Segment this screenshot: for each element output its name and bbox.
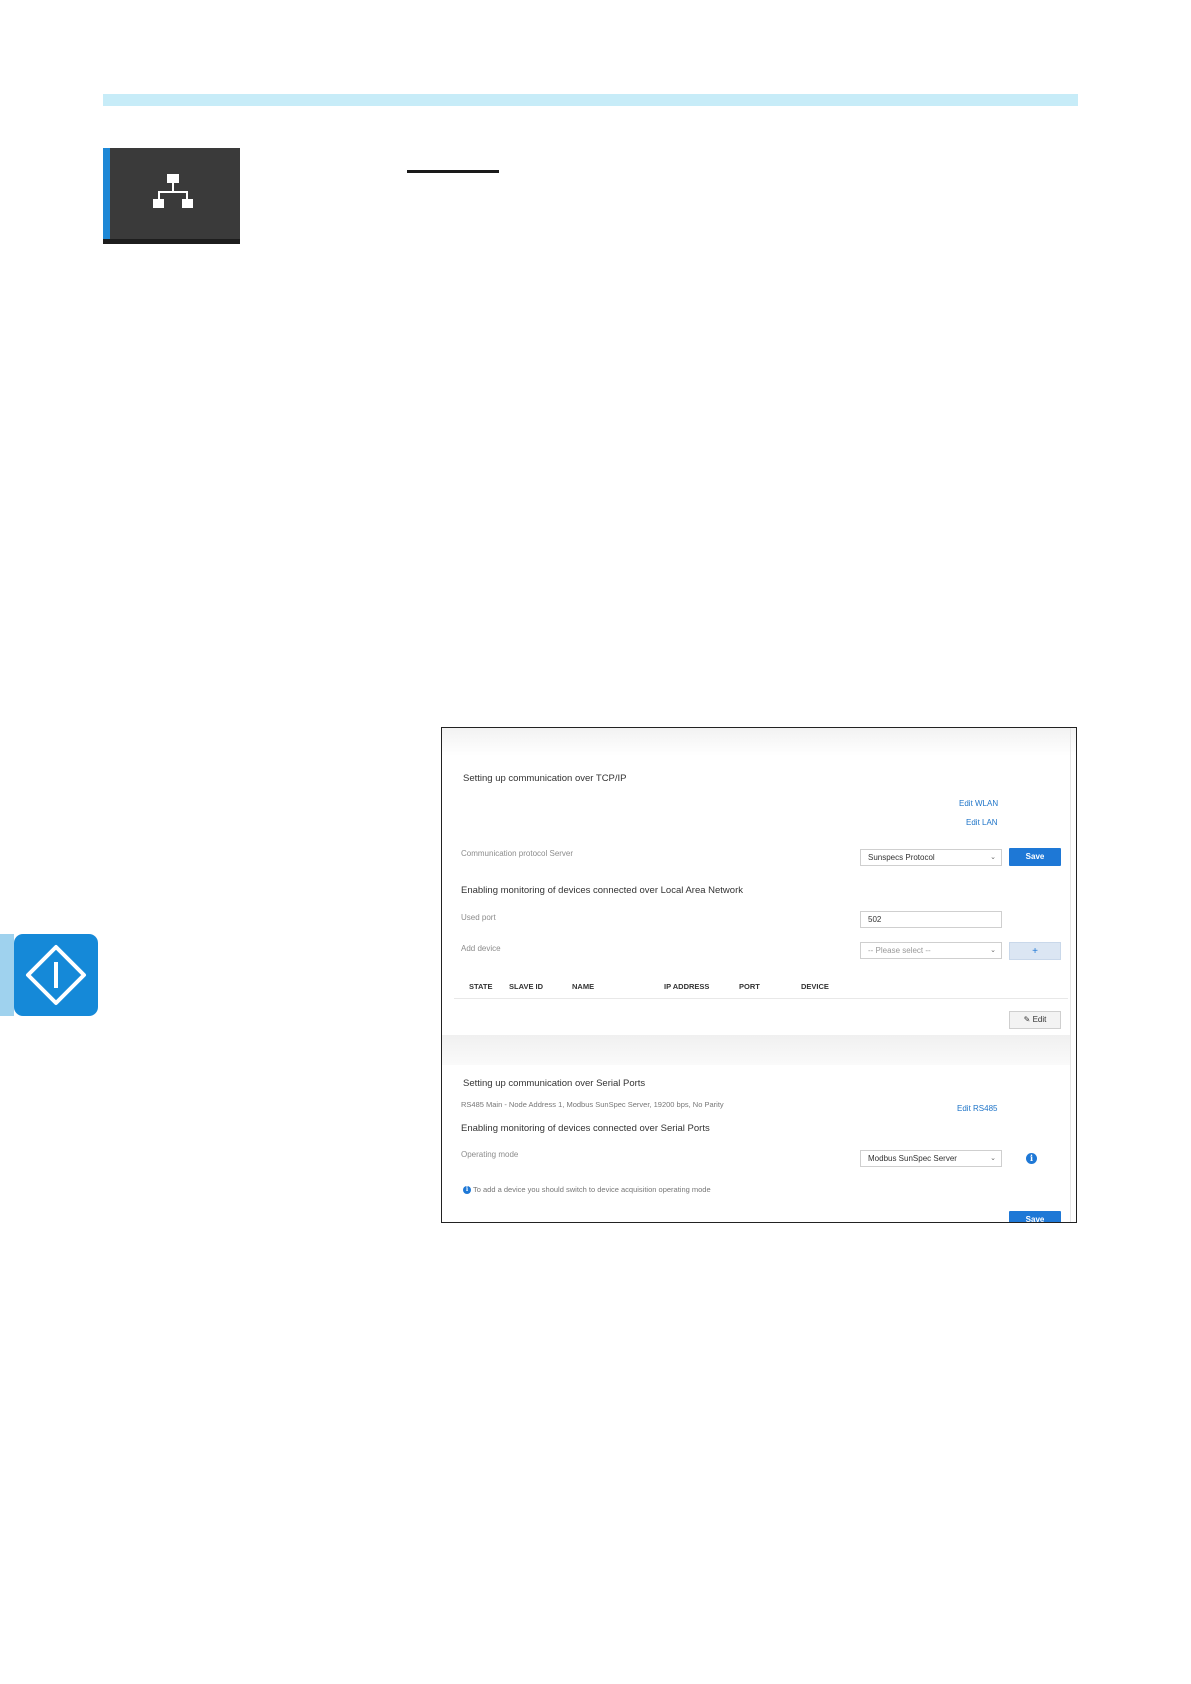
info-icon: i [463,1186,471,1194]
operating-mode-select[interactable]: Modbus SunSpec Server ⌄ [860,1150,1002,1167]
section-separator [442,1035,1070,1065]
protocol-label: Communication protocol Server [461,849,574,858]
table-header-state: STATE [469,982,493,991]
network-icon [153,174,193,208]
chevron-down-icon: ⌄ [990,947,996,954]
acquisition-mode-hint: To add a device you should switch to dev… [473,1185,711,1194]
add-device-select[interactable]: -- Please select -- ⌄ [860,942,1002,959]
heading-underline [407,170,499,173]
table-header-name: NAME [572,982,595,991]
serial-section-title: Setting up communication over Serial Por… [463,1078,646,1089]
table-header-ip-address: IP ADDRESS [664,982,710,991]
protocol-select-value: Sunspecs Protocol [868,853,935,862]
used-port-label: Used port [461,913,496,922]
tcp-section-title: Setting up communication over TCP/IP [463,773,627,784]
edit-button-label: Edit [1032,1015,1047,1024]
chevron-down-icon: ⌄ [990,854,996,861]
panel-right-border [1070,728,1071,1222]
pencil-icon: ✎ [1023,1015,1031,1024]
menu-tile-bottom-edge [103,239,240,244]
table-header-port: PORT [739,982,760,991]
save-serial-button[interactable]: Save [1009,1211,1061,1222]
edit-wlan-link[interactable]: Edit WLAN [959,799,998,808]
chevron-down-icon: ⌄ [990,1155,996,1162]
protocol-select[interactable]: Sunspecs Protocol ⌄ [860,849,1002,866]
menu-tile-accent [103,148,110,244]
used-port-input[interactable]: 502 [860,911,1002,928]
web-ui-screenshot: Setting up communication over TCP/IP Edi… [441,727,1077,1223]
used-port-value: 502 [868,915,882,924]
edit-rs485-link[interactable]: Edit RS485 [957,1104,997,1113]
table-header-device: DEVICE [801,982,829,991]
table-header-slave-id: SLAVE ID [509,982,544,991]
top-header-rule [103,94,1078,106]
side-margin-tab [0,934,14,1016]
serial-monitoring-title: Enabling monitoring of devices connected… [461,1123,710,1134]
save-button[interactable]: Save [1009,848,1061,866]
lan-monitoring-title: Enabling monitoring of devices connected… [461,885,743,896]
edit-button[interactable]: ✎ Edit [1009,1011,1061,1029]
serial-port-summary: RS485 Main - Node Address 1, Modbus SunS… [461,1100,724,1109]
important-note-badge [14,934,98,1016]
operating-mode-label: Operating mode [461,1150,519,1159]
add-device-button[interactable]: + [1009,942,1061,960]
important-note-icon [26,945,86,1005]
top-fade [442,728,1076,756]
operating-mode-value: Modbus SunSpec Server [868,1154,957,1163]
table-header-divider [454,998,1068,999]
add-device-placeholder: -- Please select -- [868,946,931,955]
network-menu-tile [103,148,240,244]
add-device-label: Add device [461,944,501,953]
edit-lan-link[interactable]: Edit LAN [966,818,998,827]
info-icon[interactable]: i [1026,1153,1037,1164]
